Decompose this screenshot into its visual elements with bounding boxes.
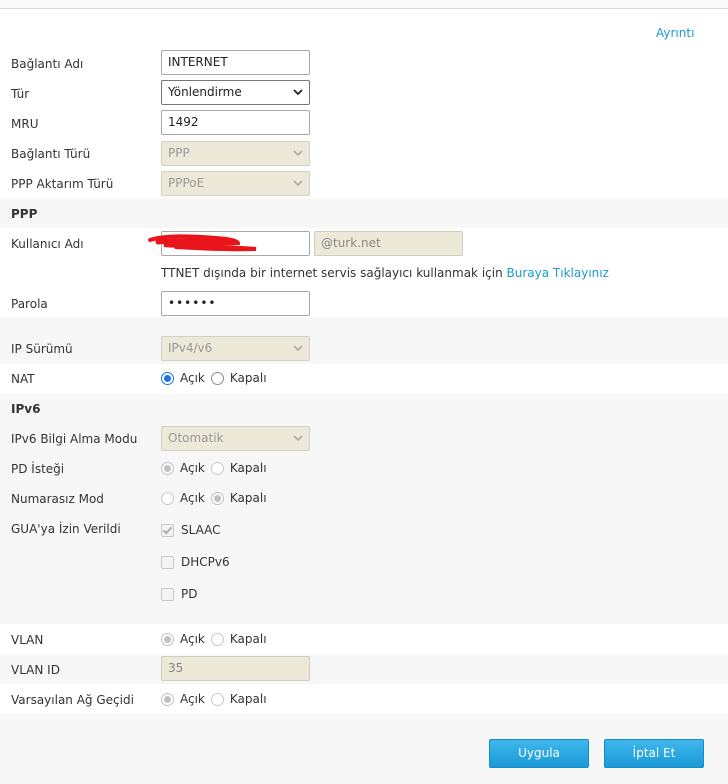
slaac-checkbox-row: SLAAC: [161, 522, 227, 538]
mru-label: MRU: [11, 117, 39, 131]
ip-version-label: IP Sürümü: [11, 342, 73, 356]
connection-type-select: PPP: [161, 141, 310, 166]
nat-radio-group: Açık Kapalı: [161, 370, 273, 386]
unnumbered-off-radio: [210, 491, 224, 505]
ppp-transfer-type-label: PPP Aktarım Türü: [11, 177, 114, 191]
unnumbered-mode-radio-group: Açık Kapalı: [161, 490, 273, 506]
unnumbered-off-label: Kapalı: [229, 491, 267, 505]
gateway-off-label: Kapalı: [229, 692, 267, 706]
gateway-on-label: Açık: [180, 692, 205, 706]
pd-checkbox-row: PD: [161, 586, 203, 602]
type-select-value: Yönlendirme: [168, 85, 242, 99]
type-select[interactable]: Yönlendirme: [161, 80, 310, 105]
nat-off-label: Kapalı: [229, 371, 267, 385]
nat-label: NAT: [11, 372, 35, 386]
username-label: Kullanıcı Adı: [11, 237, 84, 251]
default-gateway-radio-group: Açık Kapalı: [161, 691, 273, 707]
unnumbered-on-label: Açık: [180, 491, 205, 505]
pd-request-radio-group: Açık Kapalı: [161, 460, 273, 476]
password-label: Parola: [11, 297, 48, 311]
chevron-down-icon: [293, 435, 303, 442]
ip-version-select: IPv4/v6: [161, 336, 310, 361]
ipv6-info-mode-value: Otomatik: [168, 431, 224, 445]
top-bar: [0, 0, 728, 9]
pd-request-off-label: Kapalı: [229, 461, 267, 475]
chevron-down-icon: [293, 150, 303, 157]
pd-label: PD: [181, 587, 198, 601]
slaac-checkbox: [161, 523, 174, 537]
chevron-down-icon: [293, 89, 303, 96]
unnumbered-mode-label: Numarasız Mod: [11, 492, 104, 506]
ipv6-section-title: IPv6: [11, 402, 41, 416]
vlan-on-label: Açık: [180, 632, 205, 646]
connection-type-value: PPP: [168, 146, 190, 160]
vlan-id-label: VLAN ID: [11, 663, 60, 677]
vlan-on-radio: [161, 632, 174, 646]
vlan-id-input: 35: [161, 656, 310, 681]
slaac-label: SLAAC: [181, 523, 221, 537]
nat-off-radio[interactable]: [210, 371, 224, 385]
details-link[interactable]: Ayrıntı: [656, 26, 694, 40]
gua-allowed-label: GUA'ya İzin Verildi: [11, 522, 121, 536]
pd-request-label: PD İsteği: [11, 462, 65, 476]
pd-request-on-label: Açık: [180, 461, 205, 475]
ip-version-value: IPv4/v6: [168, 341, 213, 355]
default-gateway-label: Varsayılan Ağ Geçidi: [11, 693, 134, 707]
unnumbered-on-radio: [161, 491, 174, 505]
band-connection: [0, 9, 728, 198]
type-label: Tür: [11, 87, 30, 101]
isp-hint: TTNET dışında bir internet servis sağlay…: [161, 266, 609, 280]
band-nat: [0, 364, 728, 394]
pd-checkbox: [161, 587, 174, 601]
ppp-transfer-type-value: PPPoE: [168, 176, 205, 190]
domain-suffix-field: @turk.net: [314, 231, 463, 256]
ppp-transfer-type-select: PPPoE: [161, 171, 310, 196]
connection-name-input[interactable]: INTERNET: [161, 50, 310, 75]
mru-input[interactable]: 1492: [161, 110, 310, 135]
apply-button[interactable]: Uygula: [489, 739, 589, 768]
vlan-radio-group: Açık Kapalı: [161, 631, 273, 647]
pd-request-on-radio: [161, 461, 174, 475]
dhcpv6-checkbox-row: DHCPv6: [161, 554, 236, 570]
chevron-down-icon: [293, 345, 303, 352]
vlan-off-label: Kapalı: [229, 632, 267, 646]
dhcpv6-label: DHCPv6: [181, 555, 230, 569]
password-input[interactable]: ••••••: [161, 291, 310, 316]
dhcpv6-checkbox: [161, 555, 174, 569]
vlan-off-radio: [210, 632, 224, 646]
ipv6-info-mode-select: Otomatik: [161, 426, 310, 451]
ppp-section-title: PPP: [11, 207, 38, 221]
connection-name-label: Bağlantı Adı: [11, 57, 84, 71]
chevron-down-icon: [293, 180, 303, 187]
ipv6-info-mode-label: IPv6 Bilgi Alma Modu: [11, 432, 138, 446]
cancel-button[interactable]: İptal Et: [604, 739, 704, 768]
vlan-label: VLAN: [11, 633, 44, 647]
connection-type-label: Bağlantı Türü: [11, 147, 91, 161]
gateway-on-radio: [161, 692, 174, 706]
gateway-off-radio: [210, 692, 224, 706]
pd-request-off-radio: [210, 461, 224, 475]
isp-hint-link[interactable]: Buraya Tıklayınız: [507, 266, 609, 280]
redaction-scribble: [148, 234, 257, 252]
nat-on-label: Açık: [180, 371, 205, 385]
isp-hint-text: TTNET dışında bir internet servis sağlay…: [161, 266, 503, 280]
band-vlan: [0, 624, 728, 654]
nat-on-radio[interactable]: [161, 371, 174, 385]
